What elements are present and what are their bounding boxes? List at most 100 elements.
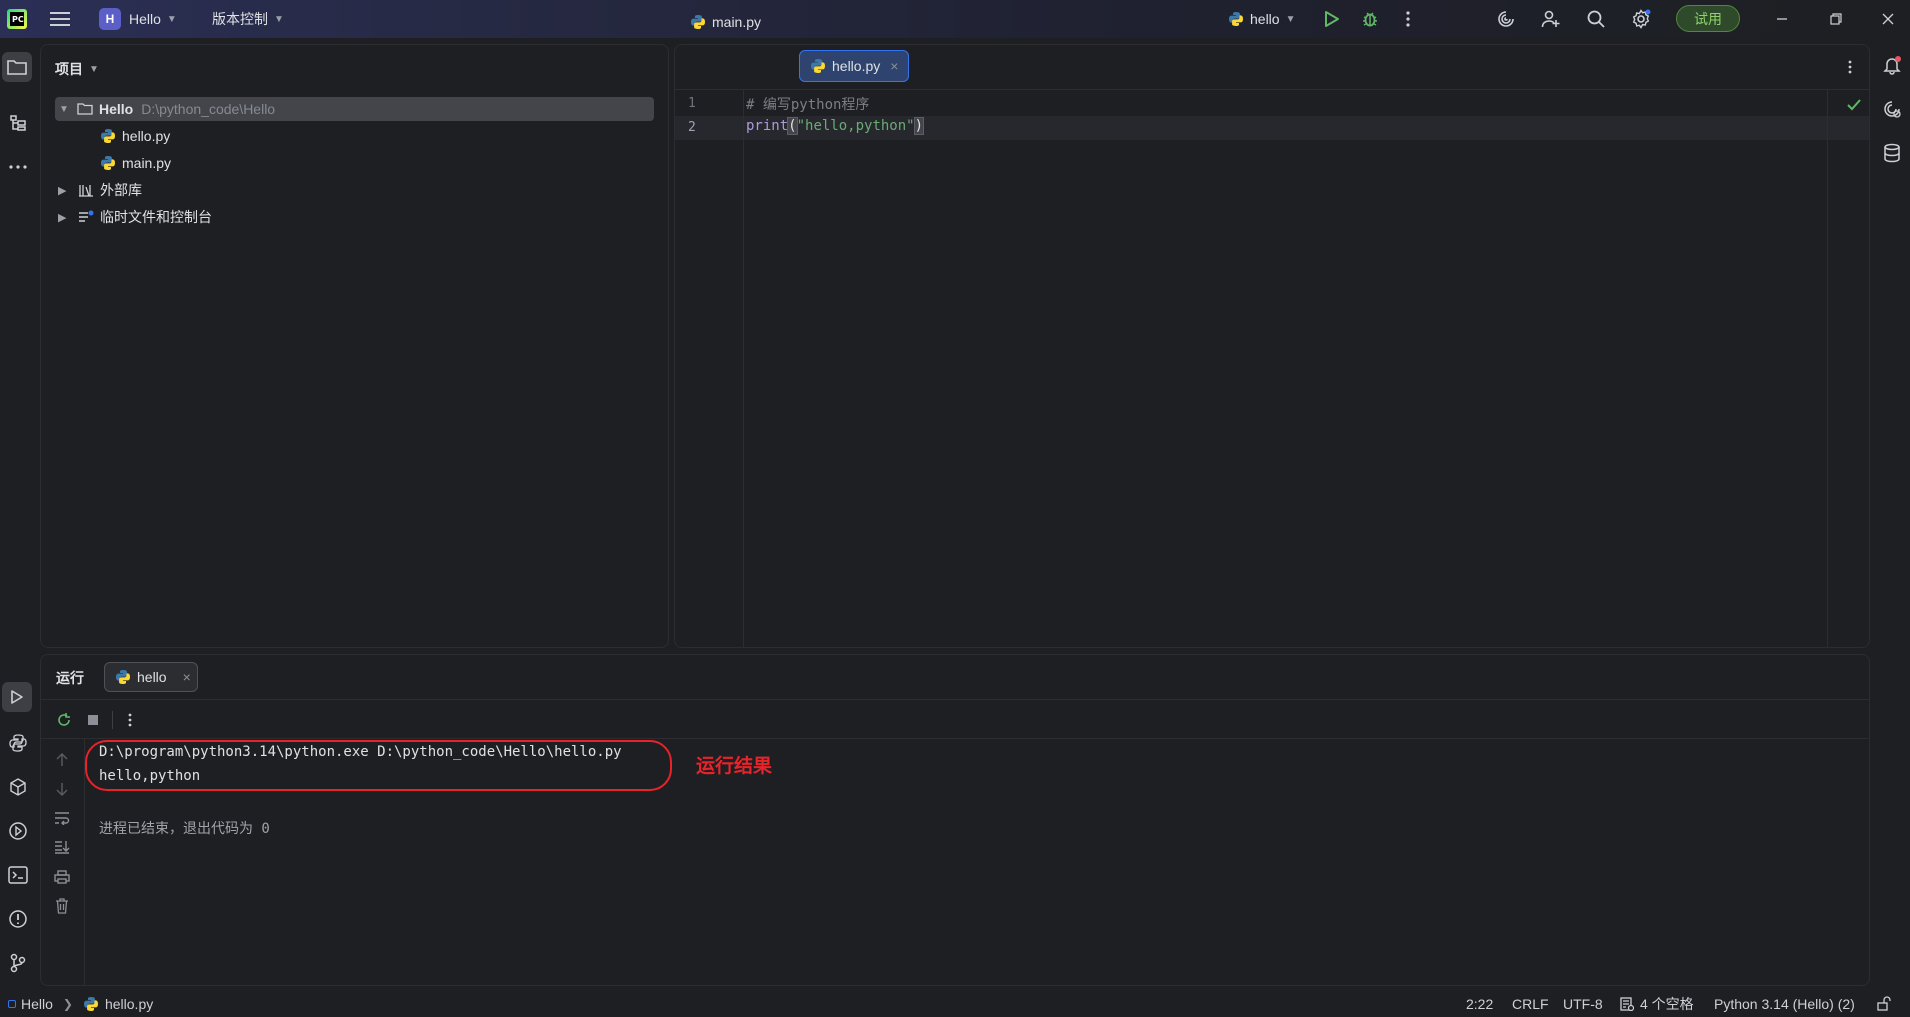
code-paren: ) (913, 117, 925, 135)
add-user-icon[interactable] (1537, 5, 1565, 33)
tab-hello-py[interactable]: hello.py × (799, 50, 910, 82)
print-icon[interactable] (51, 866, 73, 888)
search-icon[interactable] (1582, 5, 1610, 33)
tree-row-external-libs[interactable]: ▶ 外部库 (58, 178, 142, 202)
vcs-menu[interactable]: 版本控制 ▼ (212, 0, 284, 38)
code-string: "hello,python" (796, 118, 915, 134)
clear-trash-icon[interactable] (51, 895, 73, 917)
code-line-2[interactable]: print("hello,python") (746, 117, 925, 135)
more-horizontal-icon[interactable] (5, 154, 31, 180)
run-panel (40, 654, 1870, 986)
python-icon (116, 670, 130, 684)
ai-chat-icon[interactable] (1879, 96, 1905, 122)
debug-icon[interactable] (1356, 5, 1384, 33)
python-icon (1229, 12, 1243, 26)
tree-row-root[interactable]: ▼ Hello D:\python_code\Hello (55, 97, 654, 121)
python-packages-icon[interactable] (5, 774, 31, 800)
run-config-selector[interactable]: hello ▼ (1228, 0, 1296, 38)
python-file-icon (101, 156, 115, 170)
project-panel-header[interactable]: 项目 ▼ (55, 59, 99, 79)
indent-setting[interactable]: 4 个空格 (1620, 991, 1694, 1017)
breadcrumb-file[interactable]: hello.py (105, 996, 153, 1012)
settings-gear-icon[interactable] (1627, 5, 1655, 33)
vcs-menu-label: 版本控制 (212, 11, 268, 27)
breadcrumb[interactable]: Hello ❯ hello.py (8, 991, 153, 1017)
scratches-icon (79, 210, 94, 222)
code-line-1[interactable]: # 编写python程序 (746, 94, 869, 114)
python-file-icon (83, 997, 98, 1011)
chevron-down-icon: ▼ (89, 63, 99, 75)
indent-icon (1620, 997, 1634, 1011)
code-paren: ( (787, 117, 798, 135)
problems-icon[interactable] (5, 906, 31, 932)
more-vertical-icon[interactable] (1394, 5, 1422, 33)
main-menu-icon[interactable] (50, 0, 70, 38)
caret-position[interactable]: 2:22 (1466, 991, 1493, 1017)
run-tab-label: hello (137, 669, 167, 685)
editor-more-icon[interactable] (1836, 53, 1864, 81)
minimize-icon[interactable] (1768, 5, 1796, 33)
tab-main-py[interactable]: main.py (680, 6, 771, 38)
soft-wrap-icon[interactable] (51, 807, 73, 829)
inspection-ok-icon[interactable] (1840, 91, 1868, 119)
code-function: print (746, 118, 789, 134)
run-tool-icon[interactable] (2, 682, 32, 712)
indent-label: 4 个空格 (1640, 996, 1694, 1012)
line-separator[interactable]: CRLF (1512, 991, 1549, 1017)
app-logo-icon[interactable]: PC (6, 0, 28, 38)
scroll-to-end-icon[interactable] (51, 836, 73, 858)
right-tool-strip (1874, 38, 1910, 991)
chevron-down-icon[interactable]: ▼ (59, 104, 77, 115)
annotation-ellipse (85, 740, 672, 791)
line-number: 1 (688, 96, 696, 111)
file-encoding[interactable]: UTF-8 (1563, 991, 1603, 1017)
database-icon[interactable] (1879, 140, 1905, 166)
project-badge: H (99, 8, 121, 30)
tree-row-file[interactable]: hello.py (100, 124, 170, 148)
run-icon[interactable] (1318, 5, 1346, 33)
notifications-bell-icon[interactable] (1879, 52, 1905, 78)
console-gutter-divider (84, 739, 85, 985)
interpreter-selector[interactable]: Python 3.14 (Hello) (2) (1714, 991, 1855, 1017)
library-icon (79, 185, 93, 197)
trial-button[interactable]: 试用 (1676, 5, 1740, 32)
scroll-up-icon[interactable] (51, 749, 73, 771)
scroll-down-icon[interactable] (51, 778, 73, 800)
run-more-icon[interactable] (119, 709, 141, 731)
run-toolbar-divider (40, 738, 1870, 739)
ai-assistant-icon[interactable] (1492, 5, 1520, 33)
run-header-divider (40, 699, 1870, 700)
structure-icon[interactable] (5, 110, 31, 136)
run-panel-title: 运行 (56, 670, 84, 686)
git-branch-icon[interactable] (5, 950, 31, 976)
stop-icon[interactable] (82, 709, 104, 731)
chevron-right-icon[interactable]: ▶ (58, 211, 78, 224)
breadcrumb-project[interactable]: Hello (21, 996, 53, 1012)
left-tool-strip (0, 38, 35, 991)
rerun-icon[interactable] (53, 709, 75, 731)
project-folder-icon[interactable] (2, 52, 32, 82)
restore-icon[interactable] (1822, 5, 1850, 33)
python-file-icon (811, 59, 825, 73)
close-tab-icon[interactable]: × (183, 669, 191, 685)
services-icon[interactable] (5, 818, 31, 844)
module-icon (8, 1000, 16, 1008)
lock-icon[interactable] (1876, 991, 1892, 1017)
status-bar: Hello ❯ hello.py 2:22 CRLF UTF-8 4 个空格 P… (0, 991, 1910, 1017)
terminal-icon[interactable] (5, 862, 31, 888)
close-tab-icon[interactable]: × (890, 58, 898, 74)
python-console-icon[interactable] (5, 730, 31, 756)
close-window-icon[interactable] (1874, 5, 1902, 33)
chevron-right-icon: ❯ (62, 997, 73, 1011)
run-tab-hello[interactable]: hello × (104, 662, 198, 692)
tree-row-scratches[interactable]: ▶ 临时文件和控制台 (58, 205, 212, 229)
project-name: Hello (129, 11, 161, 27)
chevron-down-icon: ▼ (166, 13, 177, 25)
chevron-down-icon: ▼ (1285, 13, 1296, 25)
title-bar: PC H Hello ▼ 版本控制 ▼ hello ▼ 试用 (0, 0, 1910, 38)
tree-row-file[interactable]: main.py (100, 151, 171, 175)
console-exit-line: 进程已结束，退出代码为 0 (99, 821, 270, 837)
code-comment: # 编写python程序 (746, 97, 870, 113)
chevron-right-icon[interactable]: ▶ (58, 184, 78, 197)
project-switcher[interactable]: H Hello ▼ (99, 0, 177, 38)
